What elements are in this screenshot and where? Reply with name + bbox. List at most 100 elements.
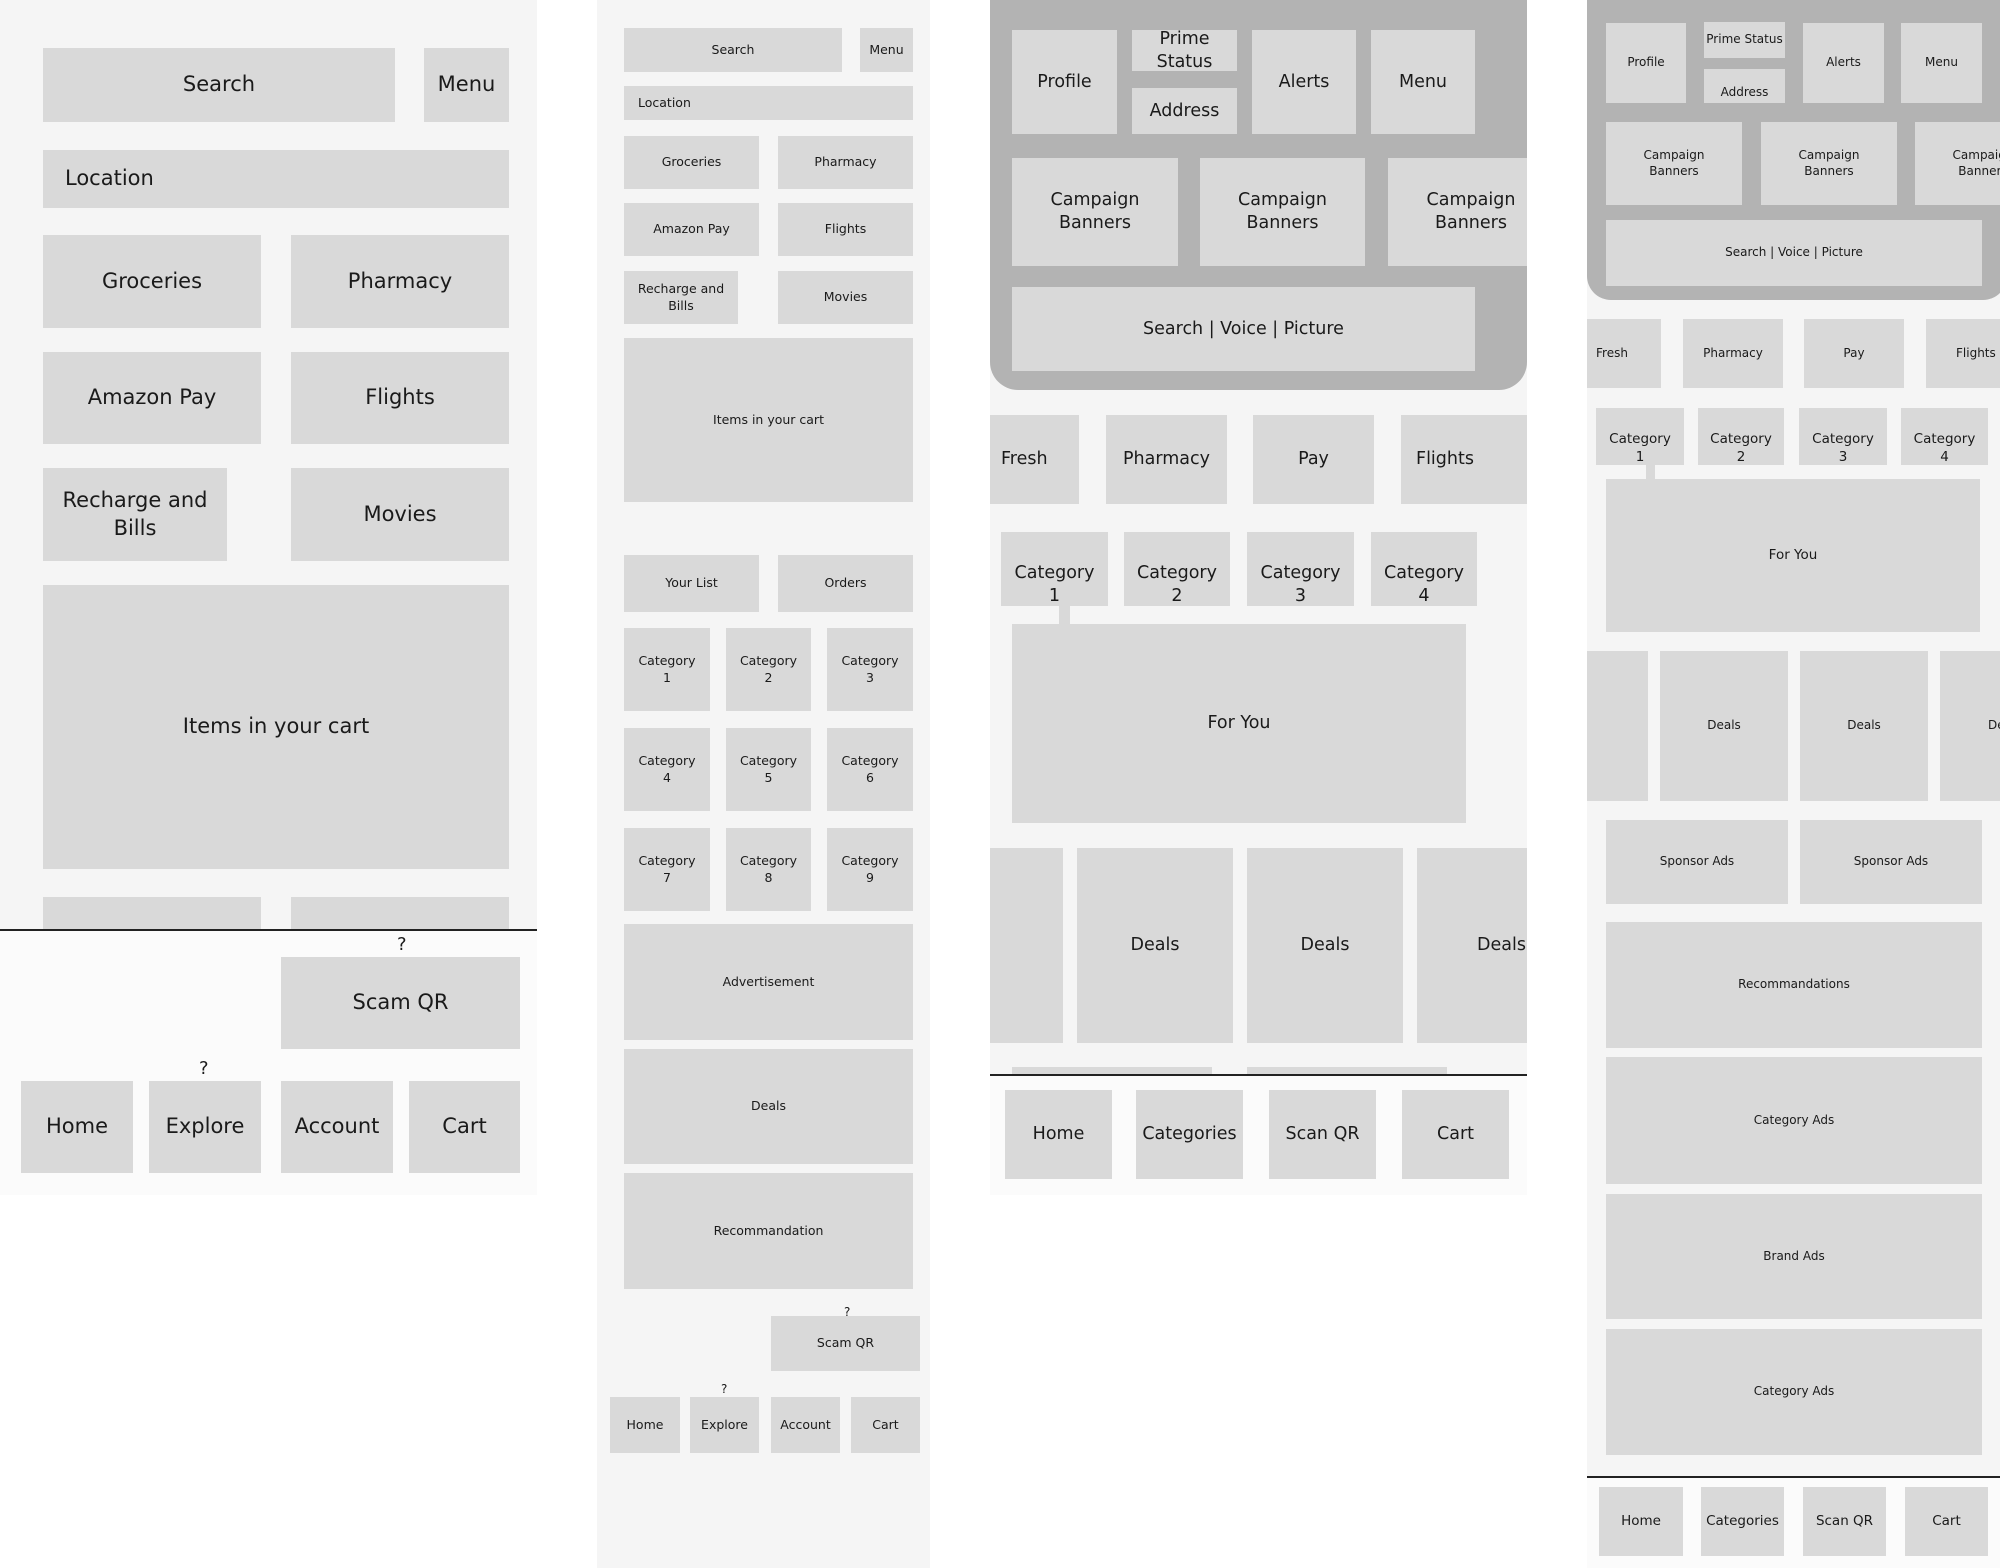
nav-account[interactable]: Account <box>771 1397 840 1453</box>
quick-link-pharmacy[interactable]: Pharmacy <box>1683 319 1783 388</box>
search-bar[interactable]: Search <box>624 28 842 72</box>
campaign-banner[interactable]: Campaign Banners <box>1606 122 1742 205</box>
category-tile[interactable]: Category 2 <box>1698 408 1784 465</box>
category-tile[interactable]: Category 5 <box>726 728 811 811</box>
alerts-button[interactable]: Alerts <box>1803 23 1884 103</box>
tile-movies[interactable]: Movies <box>291 468 509 561</box>
nav-categories[interactable]: Categories <box>1136 1090 1243 1179</box>
category-tile[interactable]: Category 8 <box>726 828 811 911</box>
quick-link-pharmacy[interactable]: Pharmacy <box>1106 415 1227 504</box>
category-tile[interactable]: Category 3 <box>1799 408 1887 465</box>
deals-card[interactable]: Deals <box>1587 651 1648 801</box>
nav-home[interactable]: Home <box>610 1397 680 1453</box>
search-bar[interactable]: Search <box>43 48 395 122</box>
recommendation-section[interactable]: Recommandation <box>624 1173 913 1289</box>
tile-groceries[interactable]: Groceries <box>624 136 759 189</box>
quick-link-flights[interactable]: Flights <box>1401 415 1527 504</box>
nav-home[interactable]: Home <box>1599 1487 1683 1556</box>
category-tile[interactable]: Category 4 <box>1371 532 1477 606</box>
campaign-banner[interactable]: Campaign Banners <box>1915 122 2000 205</box>
deals-card[interactable]: Deals <box>990 848 1063 1043</box>
category-ads-section[interactable]: Category Ads <box>1606 1057 1982 1184</box>
quick-link-fresh[interactable]: Fresh <box>990 415 1079 504</box>
prime-status[interactable]: Prime Status <box>1704 22 1785 58</box>
deals-card[interactable]: Deals <box>1077 848 1233 1043</box>
category-tile[interactable]: Category 7 <box>624 828 710 911</box>
orders-button[interactable]: Orders <box>778 555 913 612</box>
prime-status[interactable]: Prime Status <box>1132 29 1237 72</box>
category-tile[interactable]: Category 4 <box>624 728 710 811</box>
your-list-button[interactable]: Your List <box>624 555 759 612</box>
quick-link-pay[interactable]: Pay <box>1804 319 1904 388</box>
nav-cart[interactable]: Cart <box>1905 1487 1988 1556</box>
tile-recharge-and-bills[interactable]: Recharge and Bills <box>43 468 227 561</box>
campaign-banner[interactable]: Campaign Banners <box>1388 158 1527 266</box>
scan-qr-button[interactable]: Scam QR <box>281 957 520 1049</box>
deals-card[interactable]: Deals <box>1940 651 2000 801</box>
category-tile[interactable]: Category 6 <box>827 728 913 811</box>
nav-cart[interactable]: Cart <box>851 1397 920 1453</box>
menu-button[interactable]: Menu <box>1371 30 1475 134</box>
search-voice-picture-bar[interactable]: Search | Voice | Picture <box>1012 287 1475 371</box>
deals-section[interactable]: Deals <box>624 1049 913 1164</box>
sponsor-ad[interactable]: Sponsor Ads <box>1606 820 1788 904</box>
nav-scan-qr[interactable]: Scan QR <box>1803 1487 1886 1556</box>
tile-amazon-pay[interactable]: Amazon Pay <box>624 203 759 256</box>
nav-explore[interactable]: Explore <box>690 1397 759 1453</box>
recommendations-section[interactable]: Recommandations <box>1606 922 1982 1048</box>
for-you-section[interactable]: For You <box>1012 624 1466 823</box>
scan-qr-button[interactable]: Scam QR <box>771 1316 920 1371</box>
quick-link-fresh[interactable]: Fresh <box>1587 319 1661 388</box>
category-tile[interactable]: Category 9 <box>827 828 913 911</box>
profile-button[interactable]: Profile <box>1606 23 1686 103</box>
tile-flights[interactable]: Flights <box>291 352 509 444</box>
nav-account[interactable]: Account <box>281 1081 393 1173</box>
menu-button[interactable]: Menu <box>860 28 913 72</box>
nav-cart[interactable]: Cart <box>409 1081 520 1173</box>
category-ads-section[interactable]: Category Ads <box>1606 1329 1982 1455</box>
quick-link-pay[interactable]: Pay <box>1253 415 1374 504</box>
campaign-banner[interactable]: Campaign Banners <box>1012 158 1178 266</box>
category-tile[interactable]: Category 1 <box>1596 408 1684 465</box>
advertisement-section[interactable]: Advertisement <box>624 924 913 1040</box>
deals-card[interactable]: Deals <box>1800 651 1928 801</box>
nav-home[interactable]: Home <box>21 1081 133 1173</box>
tile-pharmacy[interactable]: Pharmacy <box>291 235 509 328</box>
nav-home[interactable]: Home <box>1005 1090 1112 1179</box>
category-tile[interactable]: Category 1 <box>624 628 710 711</box>
menu-button[interactable]: Menu <box>1901 23 1982 103</box>
alerts-button[interactable]: Alerts <box>1252 30 1356 134</box>
nav-scan-qr[interactable]: Scan QR <box>1269 1090 1376 1179</box>
deals-card[interactable]: Deals <box>1660 651 1788 801</box>
category-tile[interactable]: Category 1 <box>1001 532 1108 606</box>
tile-groceries[interactable]: Groceries <box>43 235 261 328</box>
brand-ads-section[interactable]: Brand Ads <box>1606 1194 1982 1319</box>
category-tile[interactable]: Category 2 <box>726 628 811 711</box>
address-button[interactable]: Address <box>1132 88 1237 134</box>
category-tile[interactable]: Category 4 <box>1901 408 1988 465</box>
nav-cart[interactable]: Cart <box>1402 1090 1509 1179</box>
profile-button[interactable]: Profile <box>1012 30 1117 134</box>
cart-items-section[interactable]: Items in your cart <box>43 585 509 869</box>
location-bar[interactable]: Location <box>624 86 913 120</box>
tile-pharmacy[interactable]: Pharmacy <box>778 136 913 189</box>
category-tile[interactable]: Category 3 <box>827 628 913 711</box>
cart-items-section[interactable]: Items in your cart <box>624 338 913 502</box>
location-bar[interactable]: Location <box>43 150 509 208</box>
quick-link-flights[interactable]: Flights <box>1926 319 2000 388</box>
search-voice-picture-bar[interactable]: Search | Voice | Picture <box>1606 220 1982 286</box>
nav-explore[interactable]: Explore <box>149 1081 261 1173</box>
deals-card[interactable]: Deals <box>1247 848 1403 1043</box>
menu-button[interactable]: Menu <box>424 48 509 122</box>
nav-categories[interactable]: Categories <box>1701 1487 1784 1556</box>
category-tile[interactable]: Category 2 <box>1124 532 1230 606</box>
campaign-banner[interactable]: Campaign Banners <box>1761 122 1897 205</box>
tile-recharge-and-bills[interactable]: Recharge and Bills <box>624 271 738 324</box>
sponsor-ad[interactable]: Sponsor Ads <box>1800 820 1982 904</box>
address-button[interactable]: Address <box>1704 69 1785 103</box>
tile-amazon-pay[interactable]: Amazon Pay <box>43 352 261 444</box>
tile-flights[interactable]: Flights <box>778 203 913 256</box>
deals-card[interactable]: Deals <box>1417 848 1527 1043</box>
for-you-section[interactable]: For You <box>1606 479 1980 632</box>
tile-movies[interactable]: Movies <box>778 271 913 324</box>
